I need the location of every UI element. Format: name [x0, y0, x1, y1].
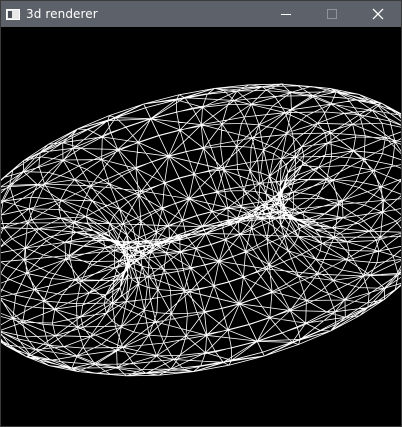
minimize-icon: [281, 14, 291, 15]
maximize-button[interactable]: [309, 1, 355, 27]
torus-mesh-lines: [1, 83, 401, 377]
render-viewport[interactable]: [1, 27, 401, 426]
title-bar[interactable]: 3d renderer: [1, 1, 401, 27]
close-button[interactable]: [355, 1, 401, 27]
minimize-button[interactable]: [263, 1, 309, 27]
window-app-icon[interactable]: [6, 8, 20, 20]
maximize-icon: [327, 9, 337, 19]
window-title: 3d renderer: [26, 7, 98, 21]
torus-wireframe: [1, 83, 401, 377]
app-window: 3d renderer: [0, 0, 402, 427]
close-icon: [372, 8, 384, 20]
